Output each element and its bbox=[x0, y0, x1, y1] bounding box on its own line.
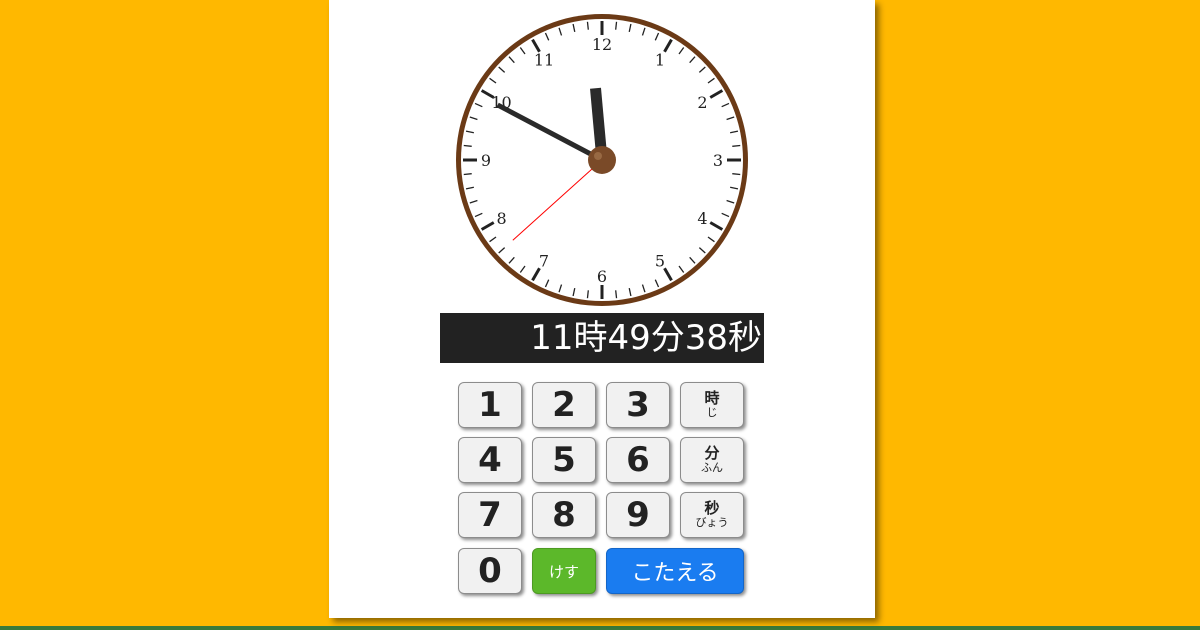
key-1[interactable]: 1 bbox=[458, 382, 522, 428]
time-display: 11時49分38秒 bbox=[440, 313, 764, 363]
clock-center-highlight bbox=[594, 152, 602, 160]
clock-minor-tick bbox=[463, 173, 472, 176]
key-5[interactable]: 5 bbox=[532, 437, 596, 483]
clock-minor-tick bbox=[463, 144, 472, 147]
hour-key-ruby: じ bbox=[706, 406, 718, 420]
key-6[interactable]: 6 bbox=[606, 437, 670, 483]
minute-key-label: 分 bbox=[704, 444, 720, 463]
clock-minor-tick bbox=[615, 21, 618, 30]
clock-number-6: 6 bbox=[597, 267, 607, 286]
clock-number-11: 11 bbox=[534, 51, 554, 70]
key-0[interactable]: 0 bbox=[458, 548, 522, 594]
clock-number-8: 8 bbox=[496, 209, 506, 228]
clock-minor-tick bbox=[586, 290, 589, 299]
minute-key-ruby: ふん bbox=[701, 461, 723, 475]
clock-minor-tick bbox=[732, 173, 741, 176]
second-key[interactable]: 秒 びょう bbox=[680, 492, 744, 538]
hour-key[interactable]: 時 じ bbox=[680, 382, 744, 428]
clock-number-1: 1 bbox=[655, 51, 665, 70]
key-8[interactable]: 8 bbox=[532, 492, 596, 538]
clear-button[interactable]: けす bbox=[532, 548, 596, 594]
key-4[interactable]: 4 bbox=[458, 437, 522, 483]
clock-number-5: 5 bbox=[655, 251, 665, 270]
clock-number-12: 12 bbox=[592, 35, 612, 54]
clock-number-7: 7 bbox=[539, 251, 549, 270]
second-key-label: 秒 bbox=[704, 499, 720, 518]
clock-minor-tick bbox=[615, 290, 618, 299]
key-2[interactable]: 2 bbox=[532, 382, 596, 428]
key-9[interactable]: 9 bbox=[606, 492, 670, 538]
clock-number-3: 3 bbox=[713, 151, 723, 170]
key-7[interactable]: 7 bbox=[458, 492, 522, 538]
answer-button[interactable]: こたえる bbox=[606, 548, 744, 594]
bottom-strip bbox=[0, 626, 1200, 630]
minute-key[interactable]: 分 ふん bbox=[680, 437, 744, 483]
clock-number-4: 4 bbox=[697, 209, 707, 228]
hour-key-label: 時 bbox=[704, 389, 720, 408]
clock-center-pin bbox=[588, 146, 616, 174]
clock-number-9: 9 bbox=[481, 151, 491, 170]
analog-clock: 121234567891011 bbox=[456, 14, 748, 306]
clock-minor-tick bbox=[586, 21, 589, 30]
second-key-ruby: びょう bbox=[695, 516, 729, 530]
clock-minor-tick bbox=[732, 144, 741, 147]
clock-number-2: 2 bbox=[697, 93, 707, 112]
key-3[interactable]: 3 bbox=[606, 382, 670, 428]
